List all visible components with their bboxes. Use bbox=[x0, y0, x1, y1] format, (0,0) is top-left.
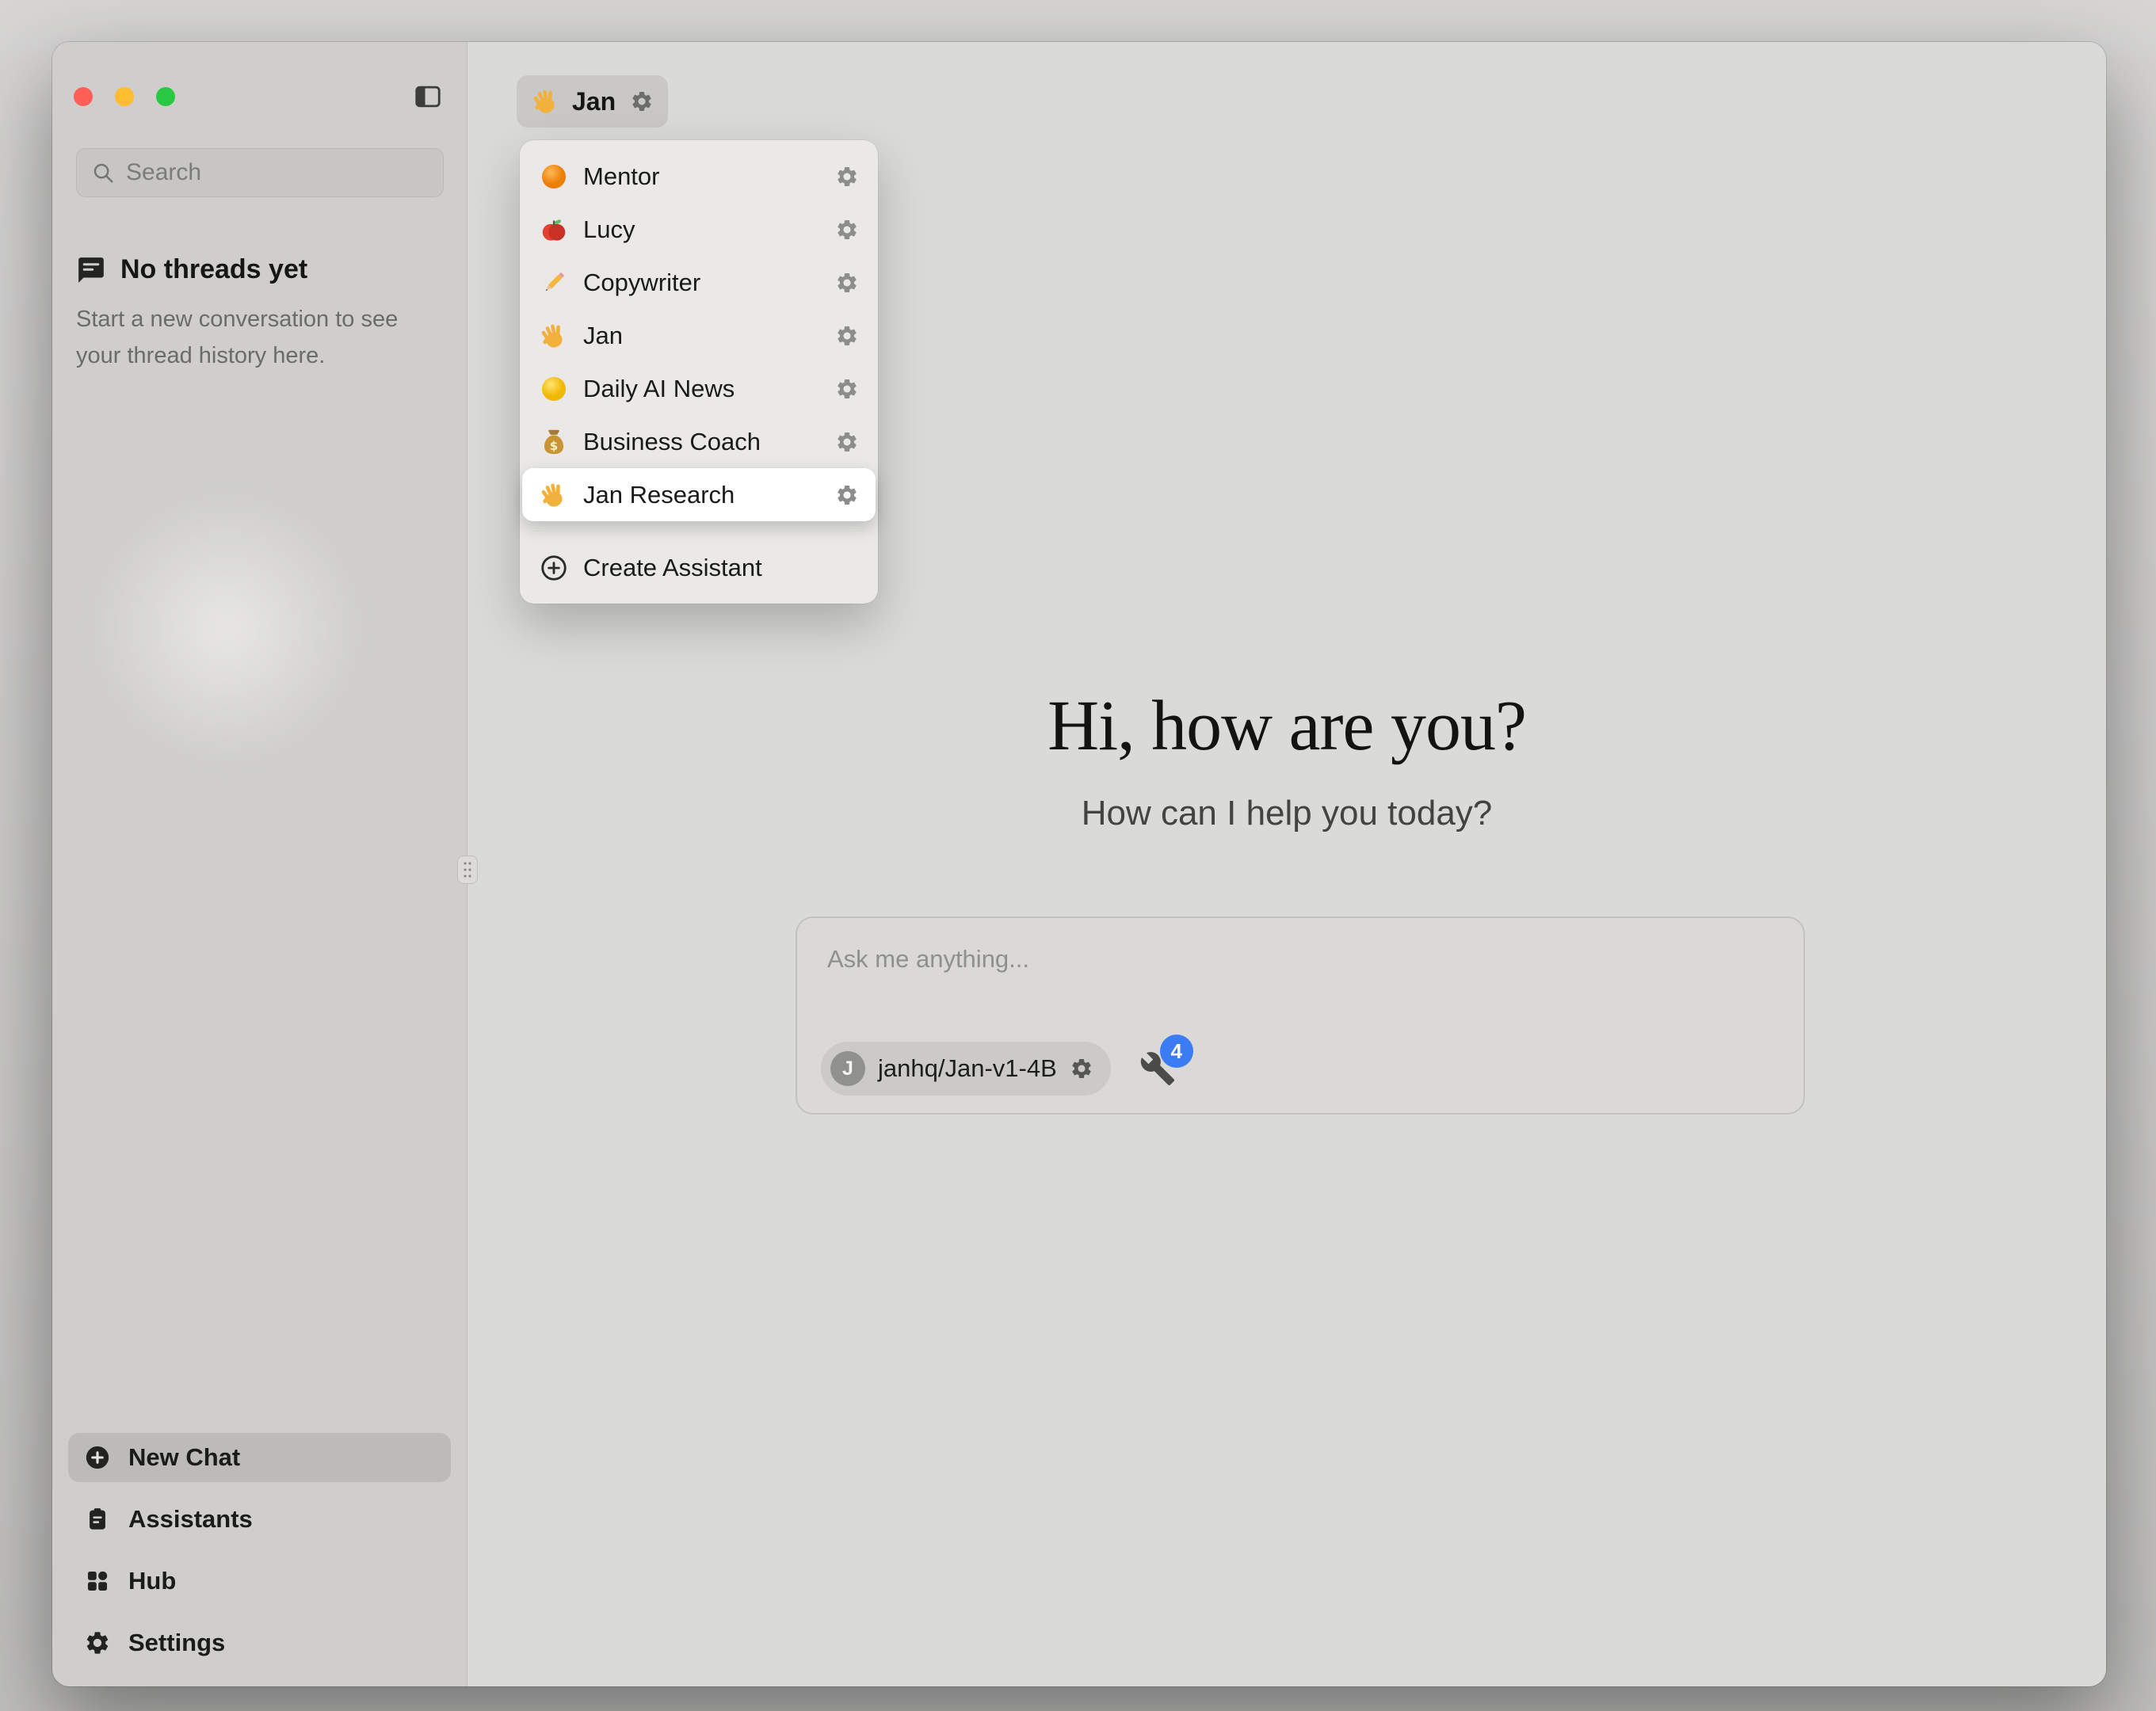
menu-item-copywriter[interactable]: Copywriter bbox=[528, 256, 870, 309]
tools-count-badge: 4 bbox=[1160, 1035, 1193, 1068]
new-chat-label: New Chat bbox=[128, 1443, 240, 1472]
settings-label: Settings bbox=[128, 1629, 225, 1657]
apple-icon bbox=[539, 215, 569, 245]
create-assistant-label: Create Assistant bbox=[583, 554, 762, 582]
traffic-lights bbox=[74, 87, 175, 106]
pencil-icon bbox=[539, 268, 569, 298]
empty-state-body: Start a new conversation to see your thr… bbox=[76, 301, 441, 374]
menu-item-daily-ai-news[interactable]: Daily AI News bbox=[528, 362, 870, 415]
plus-circle-icon bbox=[539, 553, 569, 583]
assistant-settings-gear-icon[interactable] bbox=[630, 90, 654, 113]
close-window-button[interactable] bbox=[74, 87, 93, 106]
yellow-circle-icon bbox=[539, 374, 569, 404]
model-avatar: J bbox=[830, 1051, 865, 1086]
waving-hand-icon bbox=[539, 480, 569, 510]
search-field[interactable] bbox=[76, 148, 444, 197]
sidebar-nav: New Chat Assistants Hub Settings bbox=[68, 1433, 451, 1667]
greeting-title: Hi, how are you? bbox=[467, 685, 2106, 767]
assistants-icon bbox=[84, 1506, 111, 1533]
chat-composer: J janhq/Jan-v1-4B 4 bbox=[796, 916, 1805, 1115]
gear-icon[interactable] bbox=[835, 430, 859, 454]
gear-icon[interactable] bbox=[835, 483, 859, 507]
model-name: janhq/Jan-v1-4B bbox=[878, 1054, 1057, 1083]
greeting: Hi, how are you? How can I help you toda… bbox=[467, 685, 2106, 833]
tools-button[interactable]: 4 bbox=[1139, 1050, 1176, 1087]
search-icon bbox=[91, 161, 115, 185]
search-input[interactable] bbox=[126, 159, 429, 186]
sidebar: No threads yet Start a new conversation … bbox=[52, 42, 467, 1686]
gear-icon[interactable] bbox=[835, 271, 859, 295]
zoom-window-button[interactable] bbox=[156, 87, 175, 106]
assistant-dropdown-menu: Mentor Lucy Copywriter Jan Daily AI News bbox=[520, 140, 878, 604]
minimize-window-button[interactable] bbox=[115, 87, 134, 106]
gear-icon[interactable] bbox=[835, 165, 859, 189]
composer-toolbar: J janhq/Jan-v1-4B 4 bbox=[821, 1042, 1176, 1096]
message-input[interactable] bbox=[797, 918, 1803, 974]
menu-item-business-coach[interactable]: Business Coach bbox=[528, 415, 870, 468]
menu-item-label: Jan bbox=[583, 322, 623, 350]
gear-icon[interactable] bbox=[835, 377, 859, 401]
menu-item-label: Jan Research bbox=[583, 481, 735, 509]
greeting-subtitle: How can I help you today? bbox=[467, 794, 2106, 833]
new-chat-button[interactable]: New Chat bbox=[68, 1433, 451, 1482]
gear-icon[interactable] bbox=[835, 324, 859, 348]
orange-circle-icon bbox=[539, 162, 569, 192]
menu-divider bbox=[532, 531, 865, 532]
waving-hand-icon bbox=[539, 321, 569, 351]
menu-item-label: Business Coach bbox=[583, 428, 761, 456]
menu-item-label: Copywriter bbox=[583, 269, 700, 297]
create-assistant-button[interactable]: Create Assistant bbox=[528, 541, 870, 594]
menu-item-label: Mentor bbox=[583, 162, 659, 191]
sidebar-toggle-icon[interactable] bbox=[413, 82, 443, 112]
assistant-selector-button[interactable]: Jan bbox=[517, 75, 668, 128]
hub-label: Hub bbox=[128, 1567, 176, 1595]
empty-state-title: No threads yet bbox=[120, 254, 307, 285]
money-bag-icon bbox=[539, 427, 569, 457]
menu-item-jan-research[interactable]: Jan Research bbox=[522, 468, 876, 521]
menu-item-jan[interactable]: Jan bbox=[528, 309, 870, 362]
sidebar-item-hub[interactable]: Hub bbox=[68, 1557, 451, 1606]
current-assistant-name: Jan bbox=[572, 87, 616, 116]
menu-item-mentor[interactable]: Mentor bbox=[528, 150, 870, 203]
assistants-label: Assistants bbox=[128, 1505, 253, 1534]
main-area: Jan Mentor Lucy Copywriter Jan bbox=[467, 42, 2106, 1686]
chat-bubble-icon bbox=[76, 255, 106, 285]
menu-item-label: Lucy bbox=[583, 215, 635, 244]
sidebar-resize-handle[interactable] bbox=[457, 856, 478, 884]
menu-item-lucy[interactable]: Lucy bbox=[528, 203, 870, 256]
plus-circle-icon bbox=[84, 1444, 111, 1471]
sidebar-item-assistants[interactable]: Assistants bbox=[68, 1495, 451, 1544]
gear-icon bbox=[84, 1629, 111, 1656]
menu-item-label: Daily AI News bbox=[583, 375, 735, 403]
gear-icon[interactable] bbox=[835, 218, 859, 242]
hub-grid-icon bbox=[84, 1568, 111, 1595]
model-selector-button[interactable]: J janhq/Jan-v1-4B bbox=[821, 1042, 1111, 1096]
model-settings-gear-icon[interactable] bbox=[1070, 1057, 1093, 1080]
threads-empty-state: No threads yet Start a new conversation … bbox=[76, 254, 441, 374]
sidebar-item-settings[interactable]: Settings bbox=[68, 1618, 451, 1667]
app-window: No threads yet Start a new conversation … bbox=[52, 42, 2106, 1686]
waving-hand-icon bbox=[531, 86, 561, 116]
